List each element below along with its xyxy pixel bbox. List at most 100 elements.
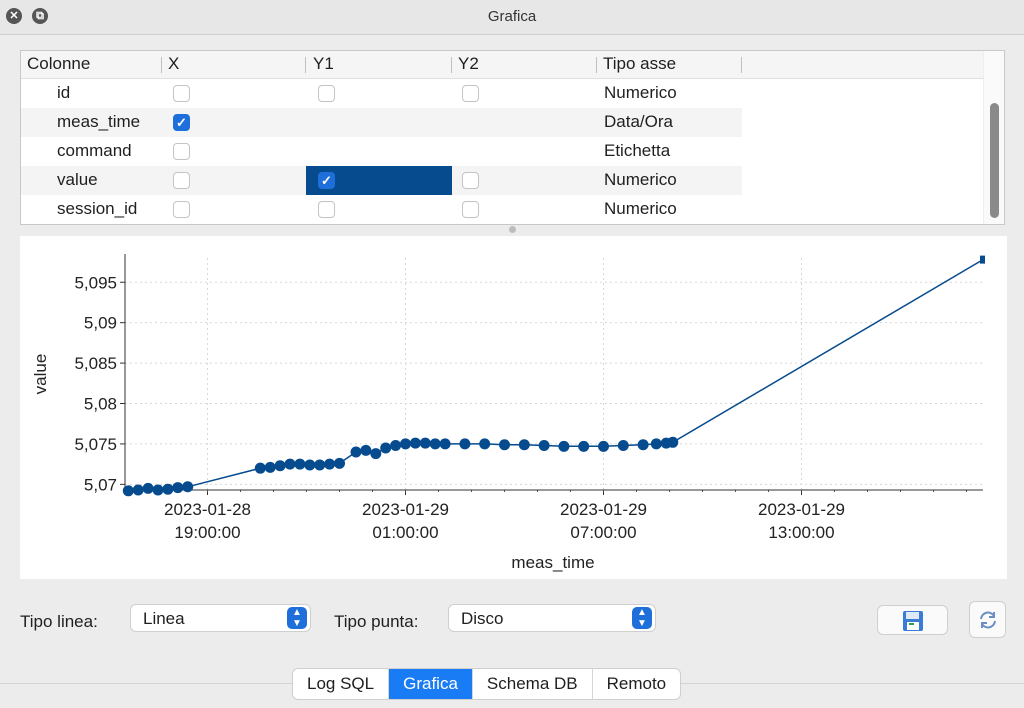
checkbox-x[interactable] xyxy=(173,201,190,218)
data-point xyxy=(152,484,164,496)
data-point xyxy=(334,457,345,469)
window-title: Grafica xyxy=(487,8,537,25)
data-point xyxy=(324,458,336,470)
header-colonne[interactable]: Colonne xyxy=(27,54,90,74)
column-name: command xyxy=(57,141,132,160)
point-type-value: Disco xyxy=(461,609,504,628)
x-tick-label-time: 19:00:00 xyxy=(174,523,240,542)
data-point xyxy=(264,461,276,473)
y-tick-label: 5,095 xyxy=(74,273,117,292)
data-point xyxy=(429,438,441,450)
data-point xyxy=(142,482,154,494)
table-row[interactable]: session_id Numerico xyxy=(21,195,742,224)
y-axis-label: value xyxy=(31,354,50,395)
data-point xyxy=(314,459,326,471)
data-point xyxy=(132,484,144,496)
checkbox-x[interactable] xyxy=(173,172,190,189)
line-type-select[interactable]: Linea ▲ ▼ xyxy=(130,604,311,632)
save-image-icon xyxy=(903,611,923,631)
table-scrollbar-thumb[interactable] xyxy=(990,103,999,218)
point-type-select[interactable]: Disco ▲ ▼ xyxy=(448,604,656,632)
data-point xyxy=(294,458,306,470)
checkbox-y2[interactable] xyxy=(462,201,479,218)
table-row[interactable]: value ✓ Numerico xyxy=(21,166,742,195)
splitter-handle[interactable] xyxy=(509,226,516,233)
tab-remoto[interactable]: Remoto xyxy=(593,669,681,699)
tab-schema-db[interactable]: Schema DB xyxy=(473,669,593,699)
table-row[interactable]: command Etichetta xyxy=(21,137,742,166)
axis-type: Numerico xyxy=(604,83,677,102)
title-bar: ✕ ⧉ Grafica xyxy=(0,0,1024,35)
data-point xyxy=(122,485,134,497)
data-point xyxy=(617,440,629,452)
x-tick-label-time: 07:00:00 xyxy=(570,523,636,542)
data-point xyxy=(284,458,296,470)
data-point xyxy=(254,462,266,474)
header-x[interactable]: X xyxy=(168,54,179,74)
column-name: meas_time xyxy=(57,112,141,131)
table-row[interactable]: meas_time ✓ Data/Ora xyxy=(21,108,742,137)
data-point xyxy=(479,438,491,450)
columns-table: Colonne X Y1 Y2 Tipo asse id Numerico meas… xyxy=(20,50,1005,225)
data-point xyxy=(182,481,194,493)
axis-type: Numerico xyxy=(604,170,677,189)
x-tick-label-date: 2023-01-29 xyxy=(362,500,449,519)
refresh-button[interactable] xyxy=(969,601,1006,638)
data-point xyxy=(370,448,382,460)
data-point xyxy=(274,460,286,472)
checkbox-x[interactable] xyxy=(173,85,190,102)
header-y1[interactable]: Y1 xyxy=(313,54,334,74)
data-point xyxy=(350,446,362,458)
data-point xyxy=(980,255,985,264)
chevron-updown-icon: ▲ ▼ xyxy=(632,607,652,629)
checkbox-x[interactable] xyxy=(173,143,190,160)
data-point xyxy=(172,482,184,494)
bottom-tab-bar: Log SQL Grafica Schema DB Remoto xyxy=(292,668,682,700)
y-tick-label: 5,075 xyxy=(74,435,117,454)
data-point xyxy=(518,439,530,451)
y-tick-label: 5,09 xyxy=(84,314,117,333)
checkbox-y1[interactable] xyxy=(318,201,335,218)
series-line xyxy=(128,258,984,492)
data-point xyxy=(439,438,451,450)
data-point xyxy=(637,439,649,451)
checkbox-y2[interactable] xyxy=(462,172,479,189)
data-point xyxy=(558,440,570,452)
tab-grafica[interactable]: Grafica xyxy=(389,669,473,699)
x-tick-label-date: 2023-01-28 xyxy=(164,500,251,519)
data-point xyxy=(538,440,550,452)
header-y2[interactable]: Y2 xyxy=(458,54,479,74)
table-row[interactable]: id Numerico xyxy=(21,79,742,108)
checkbox-y1[interactable]: ✓ xyxy=(318,172,335,189)
data-point xyxy=(499,439,510,451)
data-point xyxy=(304,459,316,471)
column-name: session_id xyxy=(57,199,138,218)
y-tick-label: 5,07 xyxy=(84,475,117,494)
header-tipo-asse[interactable]: Tipo asse xyxy=(603,54,676,74)
line-type-value: Linea xyxy=(143,609,185,628)
checkbox-y2[interactable] xyxy=(462,85,479,102)
table-scrollbar[interactable] xyxy=(983,51,1004,224)
x-tick-label-time: 13:00:00 xyxy=(768,523,834,542)
tab-log-sql[interactable]: Log SQL xyxy=(293,669,390,699)
data-point xyxy=(360,444,372,456)
data-point xyxy=(162,483,174,495)
x-tick-label-date: 2023-01-29 xyxy=(560,500,647,519)
line-type-label: Tipo linea: xyxy=(20,612,98,631)
checkbox-x[interactable]: ✓ xyxy=(173,114,190,131)
x-tick-label-time: 01:00:00 xyxy=(372,523,438,542)
data-point xyxy=(650,438,662,450)
axis-type: Etichetta xyxy=(604,141,671,160)
data-point xyxy=(419,437,431,449)
x-axis-label: meas_time xyxy=(511,553,594,572)
checkbox-y1[interactable] xyxy=(318,85,335,102)
save-image-button[interactable] xyxy=(877,605,948,635)
plot-area[interactable]: 5,07 5,075 5,08 5,085 5,09 5,095 2023-01-28 19:… xyxy=(20,236,1007,579)
data-point xyxy=(390,440,402,452)
column-name: value xyxy=(57,170,98,189)
data-point xyxy=(380,442,392,454)
y-tick-label: 5,08 xyxy=(84,395,117,414)
data-point xyxy=(578,440,590,452)
data-point xyxy=(667,436,679,448)
refresh-icon xyxy=(980,611,996,629)
